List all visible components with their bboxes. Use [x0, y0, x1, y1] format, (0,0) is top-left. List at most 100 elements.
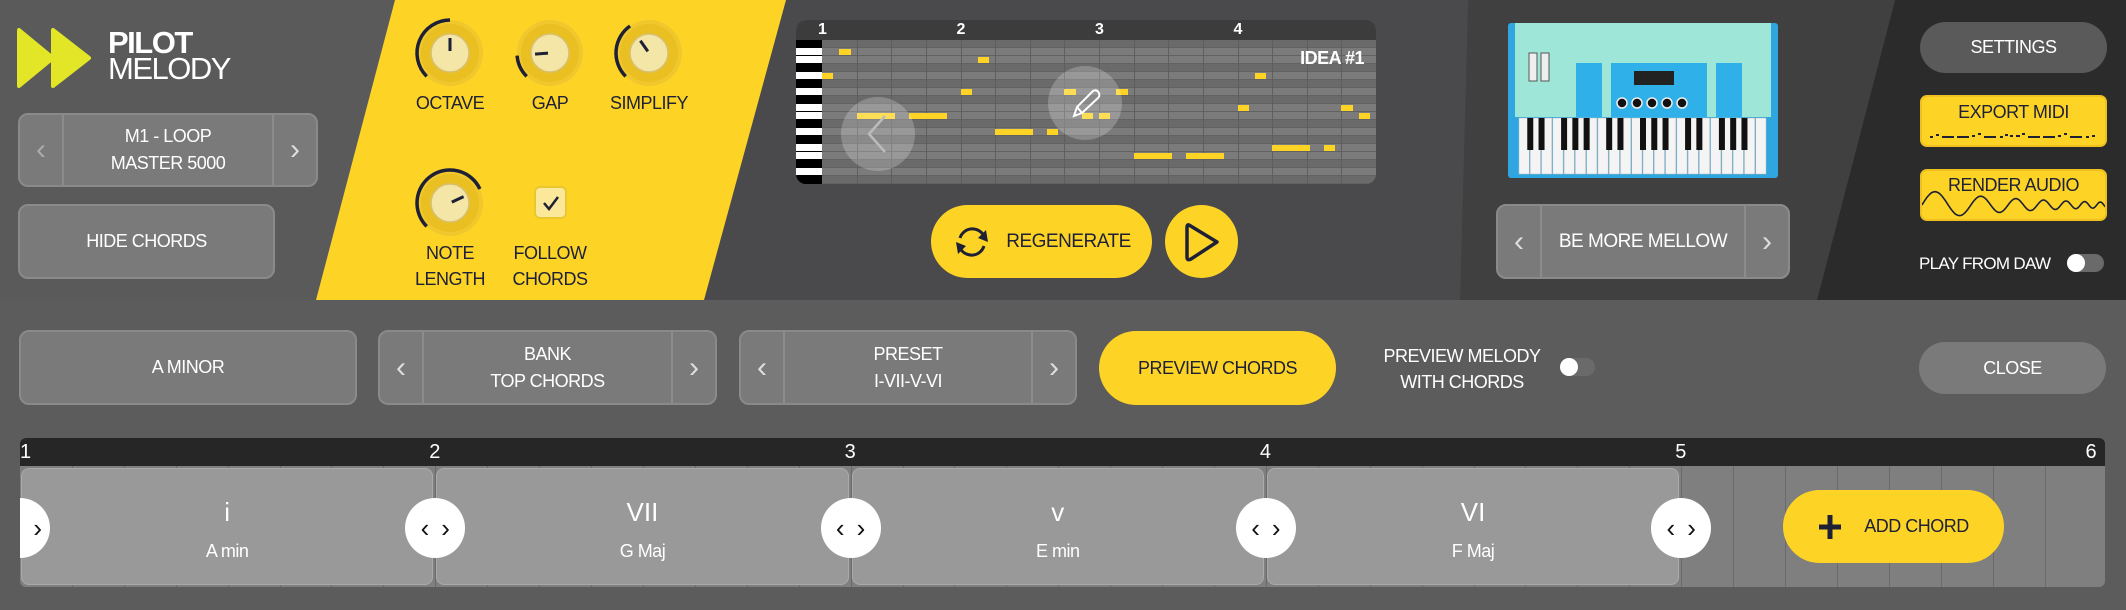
chevron-left-icon: ‹ — [396, 350, 406, 384]
chevron-right-icon: › — [1762, 224, 1772, 258]
melody-note[interactable] — [1185, 153, 1224, 159]
preview-melody-label: PREVIEW MELODY WITH CHORDS — [1372, 343, 1552, 395]
model-prev-button[interactable]: ‹ — [20, 115, 64, 185]
black-key — [796, 120, 822, 128]
checkmark-icon — [542, 195, 559, 211]
melody-note[interactable] — [1341, 105, 1353, 111]
preview-chords-button[interactable]: PREVIEW CHORDS — [1099, 331, 1336, 405]
chord-block[interactable]: VII G Maj — [436, 468, 849, 585]
knob-label-note-length: NOTE LENGTH — [395, 240, 505, 292]
chord-numeral: VII — [626, 497, 659, 527]
play-from-daw-toggle[interactable] — [2067, 254, 2104, 272]
play-button[interactable] — [1165, 205, 1238, 278]
close-button[interactable]: CLOSE — [1919, 342, 2106, 394]
bank-label: BANK — [523, 343, 572, 364]
timeline-bar-ruler — [20, 438, 2105, 466]
bank-selector: ‹ BANK TOP CHORDS › — [378, 330, 717, 405]
chord-resize-handle[interactable]: ‹ › — [1235, 498, 1296, 558]
instrument-prev-button[interactable]: ‹ — [1498, 206, 1542, 277]
melody-note[interactable] — [1324, 145, 1336, 151]
chord-timeline[interactable]: 123456iA min VII G Maj v E min VI F Maj › ‹ › ‹ › ‹ ›… — [20, 438, 2105, 587]
piano-keys — [796, 40, 822, 184]
hide-chords-button[interactable]: HIDE CHORDS — [18, 204, 275, 279]
chevron-left-icon — [867, 115, 886, 153]
chord-resize-handle[interactable]: ‹ › — [820, 498, 881, 558]
edit-melody-button[interactable] — [1048, 66, 1122, 140]
previous-idea-button[interactable] — [841, 97, 915, 171]
model-name-line2: MASTER 5000 — [110, 153, 226, 173]
simplify-knob[interactable] — [609, 13, 689, 93]
beat-line — [1202, 40, 1204, 184]
melody-note[interactable] — [1272, 145, 1311, 151]
chevron-right-icon: › — [1049, 350, 1059, 384]
white-key — [796, 168, 822, 176]
chevron-right-icon: › — [441, 512, 450, 543]
chevron-right-icon: › — [689, 350, 699, 384]
chevron-left-icon: ‹ — [36, 133, 46, 166]
white-key — [796, 152, 822, 160]
add-chord-label: ADD CHORD — [1864, 516, 1969, 536]
bank-value: TOP CHORDS — [490, 370, 605, 391]
white-key — [796, 56, 822, 64]
instrument-preset-name: BE MORE MELLOW — [1558, 231, 1728, 252]
render-audio-button[interactable]: RENDER AUDIO — [1920, 169, 2107, 221]
preset-label: PRESET — [873, 343, 943, 364]
melody-note[interactable] — [822, 73, 834, 79]
preset-prev-button[interactable]: ‹ — [741, 332, 785, 403]
melody-note[interactable] — [1237, 105, 1249, 111]
key-selector-button[interactable]: A MINOR — [19, 330, 357, 405]
pencil-icon — [1072, 89, 1101, 118]
chord-numeral: VI — [1460, 497, 1486, 527]
gap-knob[interactable] — [510, 13, 590, 93]
melody-note[interactable] — [839, 49, 851, 55]
white-key — [796, 128, 822, 136]
chord-resize-handle[interactable]: ‹ › — [1651, 498, 1712, 558]
chord-block[interactable]: v E min — [851, 468, 1264, 585]
idea-label: IDEA #1 — [1300, 48, 1364, 68]
instrument-next-button[interactable]: › — [1744, 206, 1788, 277]
note-length-knob[interactable] — [410, 163, 490, 243]
beat-line — [1272, 40, 1274, 184]
chord-resize-handle[interactable]: ‹ › — [405, 498, 466, 558]
black-key — [796, 136, 822, 144]
melody-note[interactable] — [908, 113, 947, 119]
export-midi-button[interactable]: EXPORT MIDI — [1920, 95, 2107, 147]
model-selector: ‹ M1 - LOOP MASTER 5000 › — [18, 113, 318, 187]
model-next-button[interactable]: › — [272, 115, 316, 185]
follow-chords-checkbox[interactable] — [534, 186, 567, 219]
white-key — [796, 144, 822, 152]
chord-name: A min — [205, 541, 249, 561]
play-from-daw-label: PLAY FROM DAW — [1919, 254, 2051, 273]
regenerate-button[interactable]: REGENERATE — [931, 205, 1152, 278]
preset-selector: ‹ PRESET I-VII-V-VI › — [739, 330, 1077, 405]
melody-note[interactable] — [995, 129, 1034, 135]
settings-button[interactable]: SETTINGS — [1920, 22, 2107, 73]
chord-block[interactable]: VI F Maj — [1266, 468, 1680, 585]
chevron-right-icon: › — [856, 512, 866, 543]
chevron-left-icon: ‹ — [757, 350, 767, 384]
piano-roll[interactable]: IDEA #1 1 2 3 4 — [796, 20, 1376, 184]
chord-numeral: v — [1051, 497, 1065, 527]
timeline-bar-number: 1 — [20, 441, 32, 463]
melody-note[interactable] — [977, 57, 990, 63]
melody-note[interactable] — [1047, 129, 1059, 135]
beat-line — [995, 40, 997, 184]
beat-line — [1237, 40, 1239, 184]
melody-note[interactable] — [1254, 73, 1267, 79]
chord-numeral: i — [224, 497, 231, 527]
bank-next-button[interactable]: › — [671, 332, 715, 403]
white-key — [796, 112, 822, 120]
bank-prev-button[interactable]: ‹ — [380, 332, 424, 403]
add-chord-button[interactable]: ADD CHORD — [1783, 490, 2004, 563]
preview-melody-toggle[interactable] — [1560, 358, 1595, 376]
octave-knob[interactable] — [410, 13, 490, 93]
preset-value: I-VII-V-VI — [873, 370, 943, 391]
melody-note[interactable] — [960, 89, 972, 95]
chord-block[interactable]: i A min — [21, 468, 434, 585]
preset-next-button[interactable]: › — [1031, 332, 1075, 403]
fast-forward-icon — [17, 28, 91, 88]
melody-note[interactable] — [1133, 153, 1172, 159]
melody-note[interactable] — [1358, 113, 1371, 119]
piano-roll-bar-ruler — [796, 20, 1376, 40]
synth-instrument-image[interactable] — [1507, 23, 1779, 179]
